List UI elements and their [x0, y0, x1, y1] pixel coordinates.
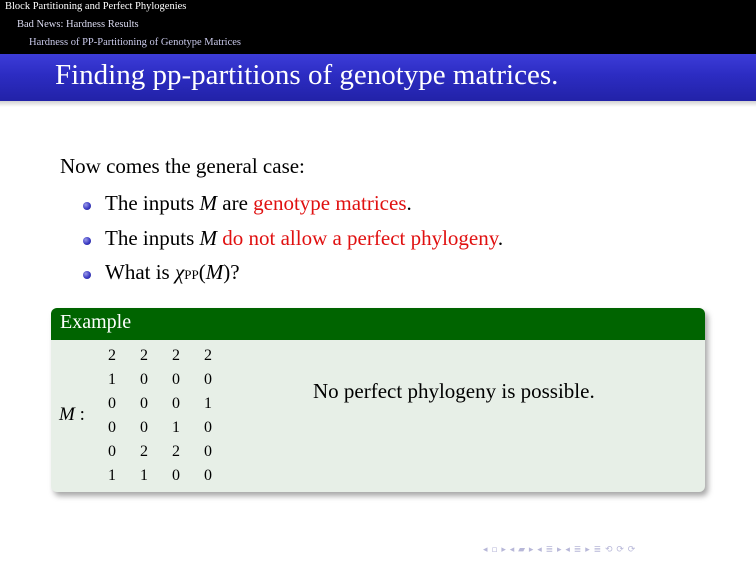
bullet-dot-icon [83, 271, 91, 279]
matrix-cell: 0 [172, 467, 180, 484]
matrix-cell: 0 [204, 467, 212, 484]
matrix-cell: 1 [204, 395, 212, 412]
math-chi: χ [174, 260, 185, 284]
matrix-cell: 0 [204, 443, 212, 460]
matrix-cell: 0 [108, 395, 116, 412]
nav-subsection-link[interactable]: Bad News: Hardness Results [17, 19, 139, 30]
bullet-text: The inputs M do not allow a perfect phyl… [105, 226, 504, 250]
bullet-text: The inputs M are genotype matrices. [105, 191, 412, 215]
matrix-cell: 0 [140, 419, 148, 436]
nav-subsubsection-link[interactable]: Hardness of PP-Partitioning of Genotype … [29, 37, 241, 48]
matrix-cell: 1 [108, 371, 116, 388]
navigation-bar: Block Partitioning and Perfect Phylogeni… [0, 0, 756, 54]
matrix-cell: 2 [108, 347, 116, 364]
bullet-dot-icon [83, 202, 91, 210]
slide-title: Finding pp-partitions of genotype matric… [55, 59, 559, 91]
math-subscript: PP [184, 267, 199, 282]
matrix-cell: 0 [172, 371, 180, 388]
matrix-cell: 1 [140, 467, 148, 484]
matrix-cell: 0 [172, 395, 180, 412]
matrix-cell: 2 [204, 347, 212, 364]
title-shadow [0, 101, 756, 107]
highlight-text: genotype matrices [253, 191, 407, 215]
matrix-cell: 2 [172, 443, 180, 460]
bullet-dot-icon [83, 237, 91, 245]
matrix-cell: 2 [140, 347, 148, 364]
matrix-cell: 0 [140, 395, 148, 412]
matrix-cell: 0 [204, 419, 212, 436]
matrix-cell: 0 [108, 419, 116, 436]
matrix-label: M : [59, 404, 85, 425]
example-message: No perfect phylogeny is possible. [313, 379, 595, 403]
highlight-text: do not allow a perfect phylogeny [222, 226, 498, 250]
matrix-cell: 0 [140, 371, 148, 388]
math-variable: M [199, 226, 218, 250]
nav-section-link[interactable]: Block Partitioning and Perfect Phylogeni… [5, 1, 186, 12]
example-block-title: Example [60, 311, 132, 333]
matrix-cell: 0 [108, 443, 116, 460]
matrix-cell: 2 [140, 443, 148, 460]
math-variable: M [199, 191, 218, 215]
example-block-header: Example [51, 308, 705, 340]
matrix-cell: 2 [172, 347, 180, 364]
matrix-cell: 0 [204, 371, 212, 388]
matrix-cell: 1 [172, 419, 180, 436]
bullet-text: What is χPP(M)? [105, 260, 240, 284]
matrix-cell: 1 [108, 467, 116, 484]
beamer-navigation-icons[interactable]: ◂ ▫ ▸ ◂ ▰ ▸ ◂ ≣ ▸ ◂ ≣ ▸ ≣ ⟲ ⟳ ⟳ [483, 545, 636, 555]
intro-text: Now comes the general case: [60, 154, 305, 178]
math-variable: M [205, 260, 224, 284]
